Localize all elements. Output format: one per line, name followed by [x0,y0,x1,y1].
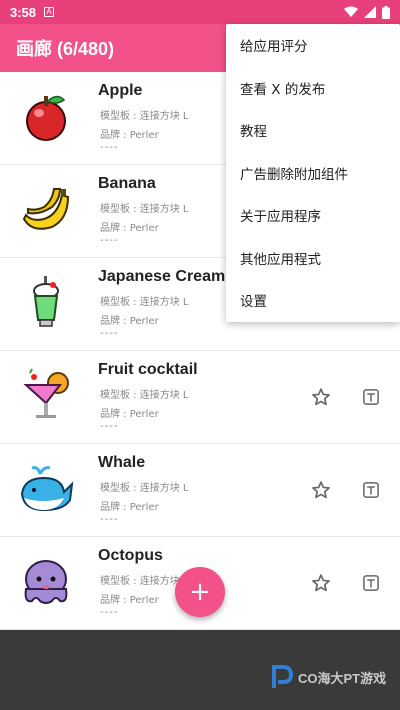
favorite-star-icon[interactable] [311,387,331,407]
pixel-cocktail-icon [23,368,69,418]
watermark: CO海大PT游戏 [268,664,386,690]
text-box-icon[interactable] [362,481,380,499]
item-board: 模型板 : 连接方块 L [100,204,189,215]
pixel-octopus-icon [24,560,68,604]
status-bar: 3:58 A [0,0,400,24]
wifi-icon [344,6,358,17]
status-time: 3:58 [10,4,37,20]
pixel-apple-icon [26,95,66,141]
favorite-star-icon[interactable] [311,480,331,500]
item-name: Octopus [98,547,163,564]
overflow-menu: 给应用评分 查看 X 的发布 教程 广告删除附加组件 关于应用程序 其他应用程式… [226,24,400,322]
item-name: Fruit cocktail [98,361,198,378]
page-title: 画廊 (6/480) [16,39,115,59]
item-brand: 品牌 : Perler [100,595,159,606]
item-extra: ---- [100,328,119,339]
item-extra: ---- [100,142,119,153]
item-brand: 品牌 : Perler [100,130,159,141]
menu-item-view-releases[interactable]: 查看 X 的发布 [226,67,400,110]
watermark-logo-icon [272,665,294,688]
item-extra: ---- [100,607,119,618]
item-brand: 品牌 : Perler [100,409,159,420]
pixel-whale-icon [20,466,74,512]
item-extra: ---- [100,421,119,432]
text-box-icon[interactable] [362,388,380,406]
item-board: 模型板 : 连接方块 [100,576,180,587]
text-box-icon[interactable] [362,574,380,592]
item-board: 模型板 : 连接方块 L [100,297,189,308]
menu-item-rate-app[interactable]: 给应用评分 [226,24,400,67]
add-icon: + [189,577,211,607]
list-item[interactable]: Whale 模型板 : 连接方块 L 品牌 : Perler ---- [0,444,400,537]
pixel-banana-icon [22,188,70,230]
add-fab-button[interactable]: + [175,567,225,617]
item-board: 模型板 : 连接方块 L [100,111,189,122]
item-extra: ---- [100,514,119,525]
favorite-star-icon[interactable] [311,573,331,593]
menu-item-about[interactable]: 关于应用程序 [226,194,400,237]
list-item[interactable]: Fruit cocktail 模型板 : 连接方块 L 品牌 : Perler … [0,351,400,444]
battery-icon [382,5,390,19]
item-name: Whale [98,454,146,471]
notification-icon: A [44,7,55,17]
menu-item-remove-ads[interactable]: 广告删除附加组件 [226,152,400,195]
item-brand: 品牌 : Perler [100,316,159,327]
item-extra: ---- [100,235,119,246]
pixel-cream-soda-icon [33,276,59,327]
item-board: 模型板 : 连接方块 L [100,483,189,494]
signal-icon [364,6,376,18]
watermark-text: CO海大PT游戏 [298,670,387,686]
menu-item-tutorial[interactable]: 教程 [226,109,400,152]
item-board: 模型板 : 连接方块 L [100,390,189,401]
menu-item-other-apps[interactable]: 其他应用程式 [226,237,400,280]
item-brand: 品牌 : Perler [100,502,159,513]
item-brand: 品牌 : Perler [100,223,159,234]
menu-item-settings[interactable]: 设置 [226,279,400,322]
